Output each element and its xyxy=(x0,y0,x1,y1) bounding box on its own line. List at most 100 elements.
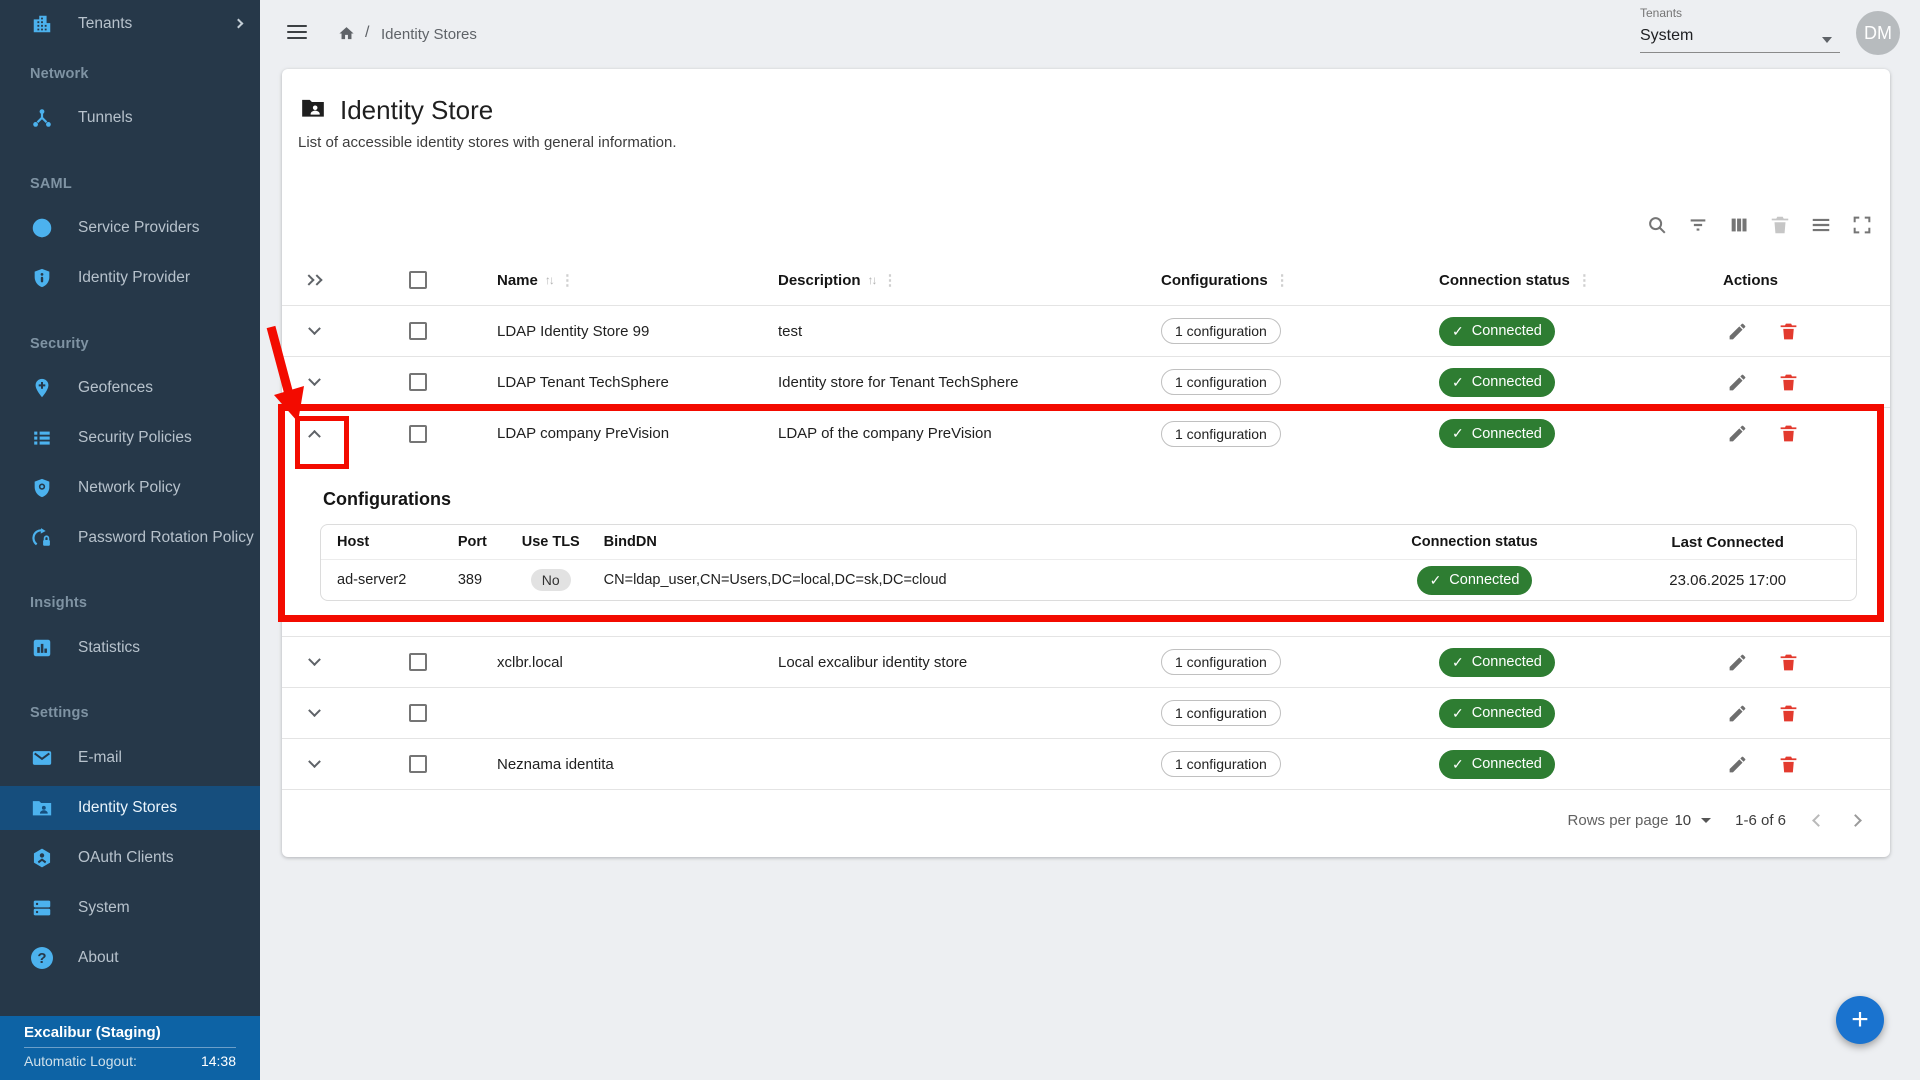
chevron-down-icon xyxy=(1822,37,1832,43)
columns-icon[interactable] xyxy=(1727,213,1750,236)
expand-row-icon[interactable] xyxy=(308,755,321,768)
sidebar-item-service-providers[interactable]: Service Providers xyxy=(0,206,260,250)
sidebar-item-oauth-clients[interactable]: OAuth Clients xyxy=(0,836,260,880)
environment-label: Excalibur (Staging) xyxy=(24,1024,236,1041)
table-row-expanded: LDAP company PreVision LDAP of the compa… xyxy=(282,408,1890,459)
column-header-configurations[interactable]: Configurations xyxy=(1161,272,1268,289)
cell-name: Neznama identita xyxy=(436,756,732,773)
column-menu-icon[interactable]: ⋮ xyxy=(883,271,898,289)
table-row: Neznama identita 1 configuration ✓Connec… xyxy=(282,739,1890,790)
configurations-chip[interactable]: 1 configuration xyxy=(1161,421,1281,447)
sidebar-item-label: Tenants xyxy=(78,15,132,33)
auto-logout-time: 14:38 xyxy=(201,1053,236,1069)
home-icon[interactable] xyxy=(338,25,355,42)
column-header-actions: Actions xyxy=(1723,272,1778,289)
column-menu-icon[interactable]: ⋮ xyxy=(1275,271,1290,289)
expand-row-icon[interactable] xyxy=(308,322,321,335)
delete-icon[interactable] xyxy=(1768,213,1791,236)
breadcrumb-current[interactable]: Identity Stores xyxy=(381,26,477,43)
column-header-name[interactable]: Name xyxy=(497,272,538,289)
chevron-right-icon xyxy=(234,19,244,29)
configurations-chip[interactable]: 1 configuration xyxy=(1161,751,1281,777)
cell-description: Identity store for Tenant TechSphere xyxy=(732,374,1142,391)
sidebar-item-tenants[interactable]: Tenants xyxy=(0,2,260,46)
menu-toggle-icon[interactable] xyxy=(287,25,307,39)
add-button[interactable]: + xyxy=(1836,996,1884,1044)
expand-all-icon[interactable] xyxy=(305,273,323,287)
edit-button[interactable] xyxy=(1718,745,1756,783)
hexagon-icon xyxy=(30,846,54,870)
fullscreen-icon[interactable] xyxy=(1850,213,1873,236)
tenant-select[interactable]: System xyxy=(1640,27,1840,53)
sidebar-item-network-policy[interactable]: Network Policy xyxy=(0,466,260,510)
previous-page-icon[interactable] xyxy=(1812,814,1825,827)
sidebar-item-email[interactable]: E-mail xyxy=(0,736,260,780)
row-checkbox[interactable] xyxy=(409,755,427,773)
cell-description: LDAP of the company PreVision xyxy=(732,425,1142,442)
status-badge: ✓Connected xyxy=(1417,566,1533,595)
edit-button[interactable] xyxy=(1718,363,1756,401)
density-icon[interactable] xyxy=(1809,213,1832,236)
bullet-list-icon xyxy=(30,426,54,450)
filter-icon[interactable] xyxy=(1686,213,1709,236)
sidebar-item-statistics[interactable]: Statistics xyxy=(0,626,260,670)
delete-button[interactable] xyxy=(1769,312,1807,350)
row-checkbox[interactable] xyxy=(409,704,427,722)
edit-button[interactable] xyxy=(1718,415,1756,453)
delete-button[interactable] xyxy=(1769,643,1807,681)
edit-button[interactable] xyxy=(1718,643,1756,681)
rows-per-page-select[interactable]: Rows per page 10 xyxy=(1568,812,1712,829)
sidebar-item-tunnels[interactable]: Tunnels xyxy=(0,96,260,140)
sidebar-item-password-rotation-policy[interactable]: Password Rotation Policy xyxy=(0,516,260,560)
expand-row-icon[interactable] xyxy=(308,704,321,717)
sidebar-item-geofences[interactable]: Geofences xyxy=(0,366,260,410)
configurations-chip[interactable]: 1 configuration xyxy=(1161,700,1281,726)
config-header-connection-status: Connection status xyxy=(1350,534,1600,550)
sidebar-item-security-policies[interactable]: Security Policies xyxy=(0,416,260,460)
select-all-checkbox[interactable] xyxy=(409,271,427,289)
edit-button[interactable] xyxy=(1718,312,1756,350)
delete-button[interactable] xyxy=(1769,415,1807,453)
status-badge: ✓Connected xyxy=(1439,317,1555,346)
column-menu-icon[interactable]: ⋮ xyxy=(560,271,575,289)
delete-button[interactable] xyxy=(1769,694,1807,732)
expand-row-icon[interactable] xyxy=(308,373,321,386)
table-row: LDAP Tenant TechSphere Identity store fo… xyxy=(282,357,1890,408)
configurations-chip[interactable]: 1 configuration xyxy=(1161,318,1281,344)
avatar[interactable]: DM xyxy=(1856,11,1900,55)
row-checkbox[interactable] xyxy=(409,653,427,671)
sort-icon[interactable]: ↑↓ xyxy=(868,273,876,287)
sidebar-item-identity-stores[interactable]: Identity Stores xyxy=(0,786,260,830)
configurations-chip[interactable]: 1 configuration xyxy=(1161,369,1281,395)
column-header-connection-status[interactable]: Connection status xyxy=(1439,272,1570,289)
column-header-description[interactable]: Description xyxy=(778,272,861,289)
breadcrumb-separator: / xyxy=(365,24,369,42)
page-subtitle: List of accessible identity stores with … xyxy=(298,134,1874,151)
configurations-chip[interactable]: 1 configuration xyxy=(1161,649,1281,675)
status-badge: ✓Connected xyxy=(1439,699,1555,728)
delete-button[interactable] xyxy=(1769,363,1807,401)
sidebar-item-label: Service Providers xyxy=(78,219,199,237)
cell-name: xclbr.local xyxy=(436,654,732,671)
sidebar-item-label: OAuth Clients xyxy=(78,849,174,867)
row-checkbox[interactable] xyxy=(409,373,427,391)
next-page-icon[interactable] xyxy=(1849,814,1862,827)
row-checkbox[interactable] xyxy=(409,425,427,443)
check-icon: ✓ xyxy=(1452,654,1464,671)
search-icon[interactable] xyxy=(1645,213,1668,236)
sort-icon[interactable]: ↑↓ xyxy=(545,273,553,287)
sidebar-item-about[interactable]: ? About xyxy=(0,936,260,980)
table-row: LDAP Identity Store 99 test 1 configurat… xyxy=(282,306,1890,357)
column-menu-icon[interactable]: ⋮ xyxy=(1577,271,1592,289)
edit-button[interactable] xyxy=(1718,694,1756,732)
sidebar-item-identity-provider[interactable]: Identity Provider xyxy=(0,256,260,300)
row-checkbox[interactable] xyxy=(409,322,427,340)
collapse-row-icon[interactable] xyxy=(308,430,321,443)
use-tls-chip: No xyxy=(531,569,571,591)
sidebar-item-system[interactable]: System xyxy=(0,886,260,930)
expand-row-icon[interactable] xyxy=(308,653,321,666)
sidebar-section-settings: Settings xyxy=(30,705,89,721)
sidebar-item-label: Identity Stores xyxy=(78,799,177,817)
sidebar-section-security: Security xyxy=(30,336,89,352)
delete-button[interactable] xyxy=(1769,745,1807,783)
